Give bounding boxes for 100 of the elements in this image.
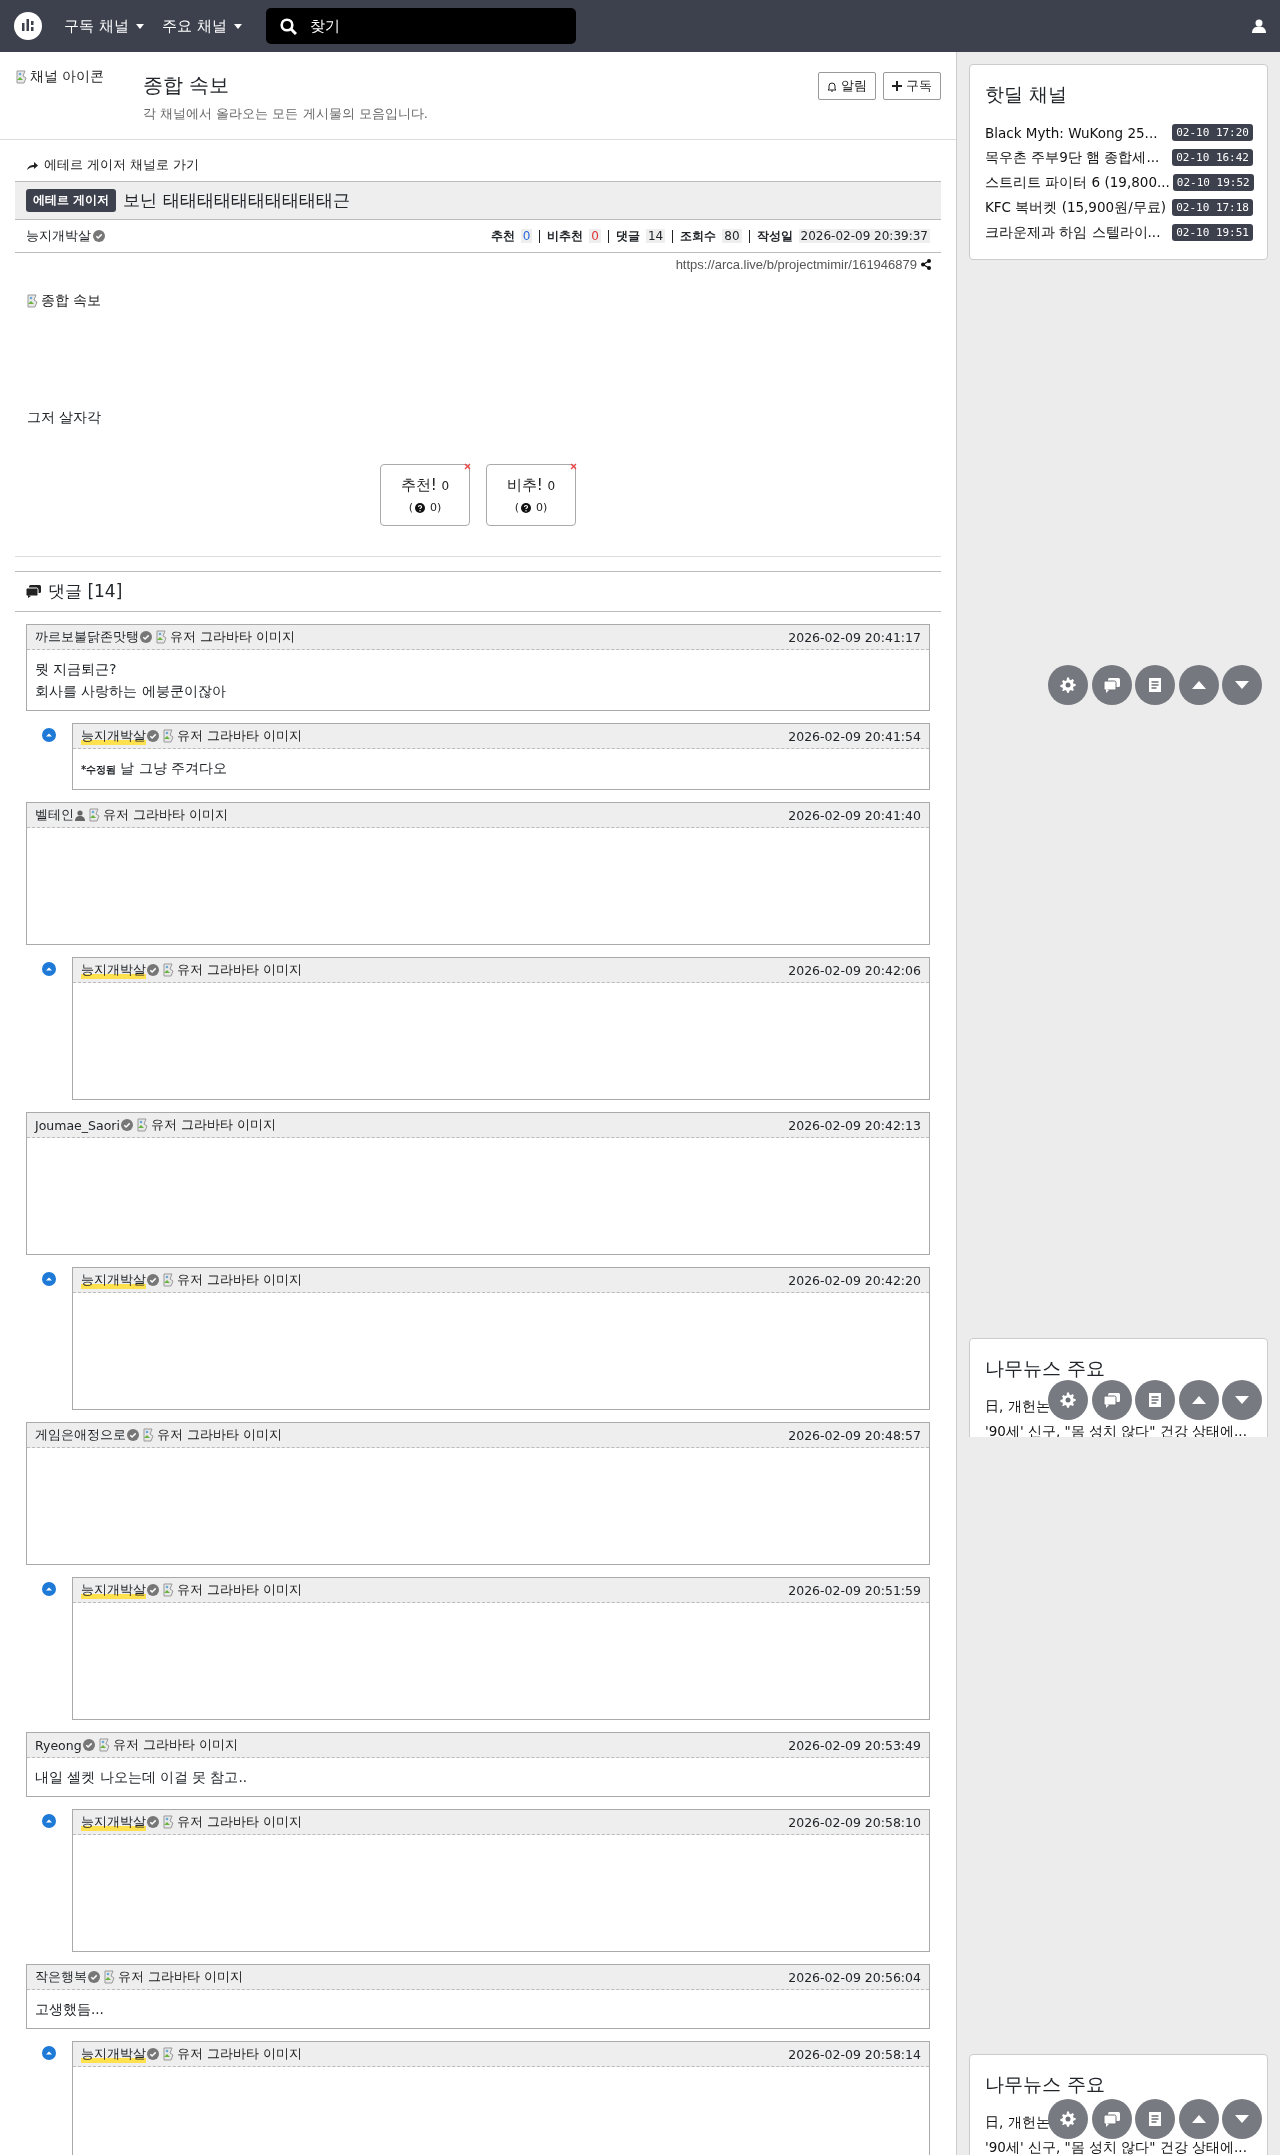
comment-time: 2026-02-09 20:42:20	[788, 1272, 921, 1288]
comment-author[interactable]: 능지개박살	[81, 1813, 146, 1831]
broken-image: 유저 그라바타 이미지	[104, 1968, 243, 1986]
bell-icon	[827, 80, 837, 92]
question-icon	[521, 502, 531, 513]
comment-time: 2026-02-09 20:41:54	[788, 728, 921, 744]
reply-icon[interactable]	[42, 962, 56, 976]
reply-icon[interactable]	[42, 728, 56, 742]
broken-image: 유저 그라바타 이미지	[163, 1813, 302, 1831]
sidebar-link[interactable]: Black Myth: WuKong 25...	[985, 124, 1158, 141]
comment-author[interactable]: 게임은애정으로	[35, 1426, 126, 1444]
stat-value: 0	[589, 229, 601, 243]
sidebar-link[interactable]: 스트리트 파이터 6 (19,800...	[985, 173, 1170, 192]
sidebar-link[interactable]: 日, 개헌논	[985, 2113, 1050, 2132]
gear-icon	[1059, 676, 1077, 694]
post-title: 보닌 태태태태태태태태태태근	[123, 189, 350, 212]
gear-icon	[1059, 1391, 1077, 1409]
notify-button[interactable]: 알림	[818, 72, 876, 100]
card-title: 나무뉴스 주요	[985, 2072, 1107, 2097]
reply-icon[interactable]	[42, 1582, 56, 1596]
broken-image: 유저 그라바타 이미지	[89, 806, 228, 824]
comment-author[interactable]: 벨테인	[35, 806, 74, 824]
comment-author[interactable]: 능지개박살	[81, 727, 146, 745]
stat-label: 댓글	[616, 227, 640, 245]
comments-icon	[26, 585, 41, 598]
channel-description: 각 채널에서 올라오는 모든 게시물의 모음입니다.	[143, 105, 428, 123]
comment-time: 2026-02-09 20:41:17	[788, 629, 921, 645]
settings-button[interactable]	[1048, 665, 1088, 705]
comment-time: 2026-02-09 20:51:59	[788, 1582, 921, 1598]
author-name[interactable]: 능지개박살	[26, 227, 91, 245]
channel-menu[interactable]: 주요 채널	[161, 16, 242, 36]
stat-value: 0	[520, 229, 533, 243]
document-icon	[1146, 2110, 1164, 2128]
sidebar-link[interactable]: '90세' 신구, "몸 성치 않다" 건강 상태에...	[985, 2138, 1247, 2155]
comment-text: 고생했듬...	[34, 2000, 105, 2019]
comment-time: 2026-02-09 20:41:40	[788, 807, 921, 823]
scroll-up-button[interactable]	[1178, 665, 1219, 705]
comment-author[interactable]: 능지개박살	[81, 1581, 146, 1599]
reply-icon[interactable]	[42, 2046, 56, 2060]
card-title: 핫딜 채널	[985, 82, 1069, 107]
sidebar-link[interactable]: '90세' 신구, "몸 성치 않다" 건강 상태에...	[985, 1422, 1247, 1437]
broken-image: 유저 그라바타 이미지	[163, 2045, 302, 2063]
comments-title: 댓글 [14]	[48, 580, 123, 603]
stat-label: 추천	[490, 227, 515, 245]
broken-image: 유저 그라바타 이미지	[163, 961, 302, 979]
reply-icon[interactable]	[42, 1814, 56, 1828]
comment-author[interactable]: 까르보불닭존맛탱	[35, 628, 139, 646]
comment-text: *수정됨 날 그냥 주겨다오	[80, 759, 228, 778]
comment-author[interactable]: 능지개박살	[81, 961, 146, 979]
channel-menu[interactable]: 구독 채널	[64, 16, 144, 36]
comment-time: 2026-02-09 20:58:14	[788, 2046, 921, 2062]
search-field[interactable]: 찾기	[265, 8, 576, 44]
stat-label: 비추천	[547, 227, 584, 245]
stat-value: 14	[646, 229, 666, 243]
subscribe-button[interactable]: 구독	[883, 72, 941, 100]
question-icon	[415, 502, 425, 513]
comment-author[interactable]: 능지개박살	[81, 1271, 146, 1289]
vote-button[interactable]: 추천! 0 ( 0)	[380, 464, 470, 526]
stat-value: 2026-02-09 20:39:37	[798, 229, 930, 243]
post-body: 그저 살자각	[26, 408, 103, 427]
stat-label: 조회수	[680, 227, 717, 245]
forward-arrow-icon	[27, 160, 38, 170]
comments-icon	[1102, 676, 1121, 694]
sidebar-link[interactable]: 목우촌 주부9단 햄 종합세...	[985, 148, 1160, 167]
comment-author[interactable]: Joumae_Saori	[35, 1117, 120, 1133]
list-button[interactable]	[1135, 665, 1175, 705]
card-title: 나무뉴스 주요	[985, 1356, 1107, 1381]
comment-author[interactable]: 능지개박살	[81, 2045, 146, 2063]
back-link[interactable]: 에테르 게이저 채널로 가기	[15, 140, 941, 181]
post-url[interactable]: https://arca.live/b/projectmimir/161946879	[675, 257, 917, 272]
verified-icon	[93, 230, 105, 242]
comment-time: 2026-02-09 20:48:57	[788, 1427, 921, 1443]
comment-author[interactable]: Ryeong	[35, 1737, 82, 1753]
scroll-down-button[interactable]	[1222, 665, 1262, 705]
time-badge: 02-10 17:20	[1172, 124, 1253, 141]
comment-time: 2026-02-09 20:58:10	[788, 1814, 921, 1830]
broken-image: 유저 그라바타 이미지	[136, 1116, 276, 1134]
comments-icon	[1102, 1391, 1121, 1409]
reply-icon[interactable]	[42, 1272, 56, 1286]
sidebar-link[interactable]: 日, 개헌논	[985, 1397, 1050, 1416]
document-icon	[1146, 1391, 1164, 1409]
logo-icon[interactable]	[14, 12, 42, 40]
broken-image: 유저 그라바타 이미지	[163, 1581, 302, 1599]
user-icon[interactable]	[1252, 19, 1266, 33]
document-icon	[1146, 676, 1164, 694]
comments-button[interactable]	[1091, 665, 1132, 705]
comment-author[interactable]: 작은행복	[35, 1968, 87, 1986]
broken-image: 유저 그라바타 이미지	[163, 1271, 302, 1289]
comment-text: 뭣 지금퇴근? 회사를 사랑하는 에붕쿤이잖아	[34, 660, 227, 701]
broken-image: 유저 그라바타 이미지	[98, 1736, 238, 1754]
sidebar-link[interactable]: KFC 복버켓 (15,900원/무료)	[985, 198, 1166, 217]
sidebar-link[interactable]: 크라운제과 하임 스텔라이...	[985, 223, 1161, 242]
stat-label: 작성일	[756, 227, 793, 245]
share-icon[interactable]	[921, 259, 931, 270]
broken-image: 종합 속보	[27, 292, 102, 310]
category-badge[interactable]: 에테르 게이저	[26, 189, 117, 212]
close-icon[interactable]	[570, 463, 577, 470]
broken-image: 유저 그라바타 이미지	[143, 1426, 282, 1444]
close-icon[interactable]	[464, 463, 471, 470]
vote-button[interactable]: 비추! 0 ( 0)	[486, 464, 576, 526]
